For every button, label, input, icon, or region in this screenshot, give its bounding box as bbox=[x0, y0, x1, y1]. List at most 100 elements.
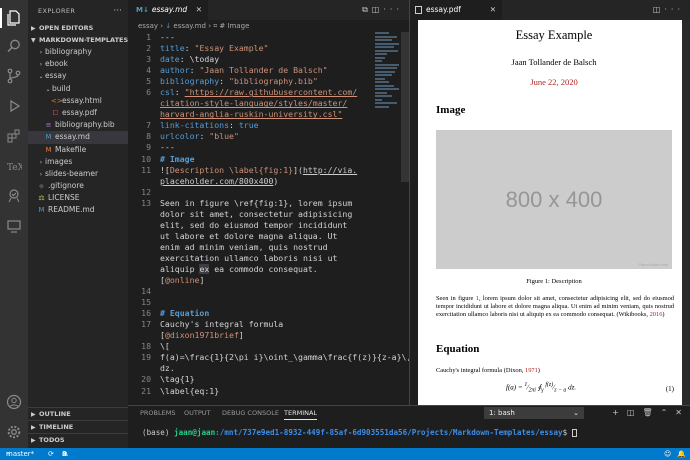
notifications-icon[interactable]: 🔔 bbox=[677, 448, 686, 460]
editor-scrollbar[interactable] bbox=[401, 32, 409, 182]
outline-section[interactable]: ▶ OUTLINE bbox=[28, 407, 128, 420]
kill-terminal-icon[interactable]: 🗑 bbox=[642, 408, 652, 417]
search-icon[interactable] bbox=[4, 36, 24, 56]
more-actions-icon[interactable]: ··· bbox=[383, 5, 403, 14]
run-debug-icon[interactable] bbox=[4, 96, 24, 116]
code-line[interactable]: 13 Seen in figure \ref{fig:1}, lorem ipsu… bbox=[128, 198, 409, 209]
code-line[interactable]: aliquip ex ea commodo consequat. bbox=[128, 263, 409, 275]
breadcrumb-symbol[interactable]: # Image bbox=[219, 22, 249, 30]
code-line[interactable]: 14 bbox=[128, 286, 409, 297]
extensions-icon[interactable] bbox=[4, 126, 24, 146]
code-line[interactable]: 16 # Equation bbox=[128, 308, 409, 319]
split-editor-icon[interactable]: ◫ bbox=[653, 5, 665, 14]
code-editor[interactable]: 1 --- 2 title: "Essay Example" 3 date: \today… bbox=[128, 32, 409, 405]
code-text: enim ad minim veniam, quis nostrud bbox=[160, 241, 328, 252]
code-line[interactable]: 9 --- bbox=[128, 142, 409, 153]
code-line[interactable]: 12 bbox=[128, 187, 409, 198]
code-line[interactable]: 6 csl: "https://raw.githubusercontent.com… bbox=[128, 87, 409, 98]
code-line[interactable]: 1 --- bbox=[128, 32, 409, 43]
tree-item[interactable]: › ebook bbox=[28, 58, 128, 70]
maximize-panel-icon[interactable]: ⌃ bbox=[661, 408, 668, 417]
terminal-prompt[interactable]: (base) jaan@jaan:/mnt/737e9ed1-8932-449f… bbox=[142, 428, 577, 437]
code-line[interactable]: [@online] bbox=[128, 275, 409, 286]
tree-item[interactable]: M README.md bbox=[28, 204, 128, 216]
tree-item[interactable]: ⚖ LICENSE bbox=[28, 192, 128, 204]
code-text: [@dixon1971brief] bbox=[160, 330, 244, 341]
code-line[interactable]: 2 title: "Essay Example" bbox=[128, 43, 409, 54]
citation-link[interactable]: 1971 bbox=[525, 367, 538, 374]
feedback-icon[interactable]: ☺ bbox=[664, 448, 671, 460]
remote-icon[interactable] bbox=[4, 216, 24, 236]
tree-item[interactable]: ≡ bibliography.bib bbox=[28, 119, 128, 131]
breadcrumb-folder[interactable]: essay bbox=[138, 22, 158, 30]
code-line[interactable]: ut labore et dolore magna aliqua. Ut bbox=[128, 231, 409, 242]
split-editor-icon[interactable]: ◫ bbox=[372, 5, 384, 14]
sync-icon[interactable]: ⟳ bbox=[48, 448, 54, 460]
close-icon[interactable]: ✕ bbox=[490, 0, 496, 20]
code-line[interactable]: [@dixon1971brief] bbox=[128, 330, 409, 341]
code-line[interactable]: placeholder.com/800x400) bbox=[128, 176, 409, 187]
tab-essay-pdf[interactable]: essay.pdf ✕ bbox=[410, 0, 502, 20]
tex-icon[interactable]: TeX bbox=[4, 156, 24, 176]
explorer-icon[interactable] bbox=[0, 8, 24, 28]
code-line[interactable]: 15 bbox=[128, 297, 409, 308]
open-editors-section[interactable]: ▶ OPEN EDITORS bbox=[28, 22, 128, 34]
code-line[interactable]: exercitation ullamco laboris nisi ut bbox=[128, 253, 409, 264]
code-line[interactable]: citation-style-language/styles/master/ bbox=[128, 98, 409, 109]
open-preview-icon[interactable]: ⧉ bbox=[362, 5, 372, 14]
code-line[interactable]: enim ad minim veniam, quis nostrud bbox=[128, 242, 409, 253]
close-icon[interactable]: ✕ bbox=[196, 0, 202, 20]
more-actions-icon[interactable]: ··· bbox=[113, 0, 122, 22]
tree-item[interactable]: ⌄essay bbox=[28, 70, 128, 82]
tree-item[interactable]: ◆ .gitignore bbox=[28, 180, 128, 192]
code-line[interactable]: 21 \label{eq:1} bbox=[128, 386, 409, 397]
preview-scrollbar[interactable] bbox=[682, 20, 690, 405]
split-terminal-icon[interactable]: ◫ bbox=[627, 408, 635, 417]
close-icon[interactable]: ✕ bbox=[675, 408, 682, 417]
tree-item[interactable]: › images bbox=[28, 156, 128, 168]
tree-item[interactable]: › bibliography bbox=[28, 46, 128, 58]
code-line[interactable]: 18 \[ bbox=[128, 341, 409, 352]
tree-item[interactable]: › slides-beamer bbox=[28, 168, 128, 180]
tab-debug-console[interactable]: DEBUG CONSOLE bbox=[222, 406, 279, 420]
code-line[interactable]: 4 author: "Jaan Tollander de Balsch" bbox=[128, 65, 409, 76]
code-line[interactable]: 8 urlcolor: "blue" bbox=[128, 131, 409, 142]
code-line[interactable]: harvard-anglia-ruskin-university.csl" bbox=[128, 109, 409, 120]
code-line[interactable]: 3 date: \today bbox=[128, 54, 409, 65]
code-line[interactable]: dolor sit amet, consectetur adipisicing bbox=[128, 209, 409, 220]
live-share-icon[interactable] bbox=[4, 186, 24, 206]
tree-item[interactable]: M Makefile bbox=[28, 144, 128, 156]
citation-link[interactable]: 2016 bbox=[650, 311, 663, 318]
terminal-select[interactable]: 1: bash ⌄ bbox=[484, 407, 584, 419]
tree-item[interactable]: ⌄build bbox=[28, 83, 128, 95]
tab-terminal[interactable]: TERMINAL bbox=[284, 406, 318, 420]
code-line[interactable]: 17 Cauchy's integral formula bbox=[128, 319, 409, 330]
code-text: harvard-anglia-ruskin-university.csl" bbox=[160, 109, 343, 120]
code-line[interactable]: 7 link-citations: true bbox=[128, 120, 409, 131]
new-terminal-icon[interactable]: + bbox=[612, 408, 619, 417]
tab-essay-md[interactable]: M↓ essay.md ✕ bbox=[128, 0, 208, 20]
code-line[interactable]: 20 \tag{1} bbox=[128, 374, 409, 385]
tree-item[interactable]: ⧠ essay.pdf bbox=[28, 107, 128, 119]
account-icon[interactable] bbox=[4, 392, 24, 412]
code-line[interactable]: 5 bibliography: "bibliography.bib" bbox=[128, 76, 409, 87]
code-line[interactable]: 10 # Image bbox=[128, 154, 409, 165]
folder-section[interactable]: ▼ MARKDOWN-TEMPLATES bbox=[28, 34, 128, 46]
minimap[interactable] bbox=[375, 32, 399, 122]
tab-output[interactable]: OUTPUT bbox=[184, 406, 211, 420]
tree-item[interactable]: Messay.md bbox=[28, 131, 128, 144]
todos-section[interactable]: ▶ TODOS bbox=[28, 433, 128, 446]
code-line[interactable]: elit, sed do eiusmod tempor incididunt bbox=[128, 220, 409, 231]
code-line[interactable]: 19 f(a)=\frac{1}{2\pi i}\oint_\gamma\frac… bbox=[128, 352, 409, 363]
placeholder-text: 800 x 400 bbox=[505, 186, 603, 212]
code-line[interactable]: 11 ![Description \label{fig:1}](http://vi… bbox=[128, 165, 409, 176]
timeline-section[interactable]: ▶ TIMELINE bbox=[28, 420, 128, 433]
svg-text:TeX: TeX bbox=[7, 163, 22, 173]
code-line[interactable]: dz. bbox=[128, 363, 409, 374]
source-control-icon[interactable] bbox=[4, 66, 24, 86]
tab-problems[interactable]: PROBLEMS bbox=[140, 406, 175, 420]
breadcrumb-file[interactable]: essay.md bbox=[173, 22, 206, 30]
tree-item[interactable]: <>essay.html bbox=[28, 95, 128, 107]
more-actions-icon[interactable]: ··· bbox=[664, 5, 684, 14]
settings-gear-icon[interactable] bbox=[4, 422, 24, 442]
